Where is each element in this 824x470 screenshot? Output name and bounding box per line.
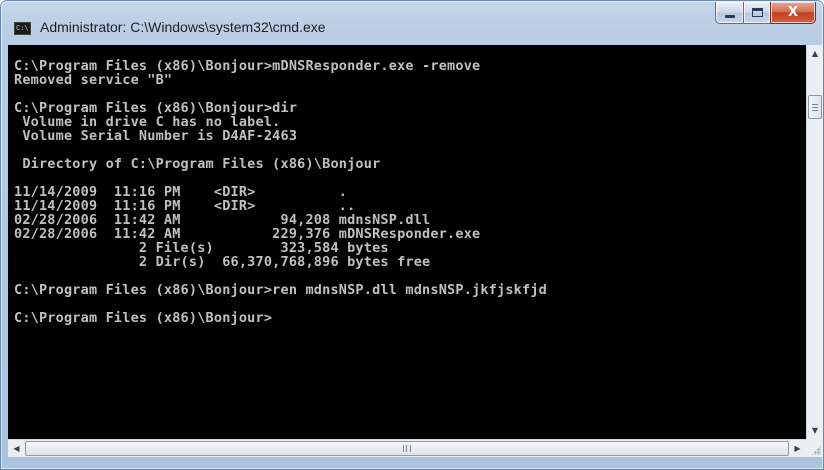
maximize-button[interactable] (743, 2, 770, 24)
window-title: Administrator: C:\Windows\system32\cmd.e… (40, 19, 326, 35)
console-line: 02/28/2006 11:42 AM 229,376 mDNSResponde… (14, 226, 481, 242)
console-line: 02/28/2006 11:42 AM 94,208 mdnsNSP.dll (14, 212, 431, 228)
scroll-right-arrow-icon[interactable]: ▶ (789, 440, 806, 457)
caption-buttons: X (715, 2, 816, 24)
scroll-down-arrow-icon[interactable]: ▼ (807, 422, 823, 439)
thumb-grip-line (812, 107, 818, 108)
cmd-console-icon[interactable]: C:\ (14, 22, 31, 35)
console-line: Volume in drive C has no label. (14, 114, 281, 130)
console-line: C:\Program Files (x86)\Bonjour>dir (14, 100, 298, 116)
console-line: Volume Serial Number is D4AF-2463 (14, 128, 298, 144)
console-text: C:\Program Files (x86)\Bonjour>mDNSRespo… (14, 45, 547, 325)
console-line: 2 Dir(s) 66,370,768,896 bytes free (14, 254, 431, 270)
horizontal-scroll-thumb[interactable] (25, 441, 789, 456)
console-line: Directory of C:\Program Files (x86)\Bonj… (14, 156, 381, 172)
close-button[interactable]: X (770, 2, 816, 24)
horizontal-scrollbar[interactable]: ◀ ▶ (8, 439, 806, 457)
title-bar[interactable]: C:\ Administrator: C:\Windows\system32\c… (1, 1, 823, 45)
thumb-grip-line (812, 110, 818, 111)
minimize-button[interactable] (715, 2, 743, 24)
resize-grip-icon (811, 445, 821, 455)
vertical-scroll-thumb[interactable] (808, 95, 822, 119)
thumb-grip-line (812, 104, 818, 105)
cmd-icon-glyph: C:\ (16, 24, 29, 32)
console-line: C:\Program Files (x86)\Bonjour>mDNSRespo… (14, 58, 481, 74)
console-line: C:\Program Files (x86)\Bonjour> (14, 310, 273, 326)
thumb-grip-icon (403, 445, 411, 452)
console-line: C:\Program Files (x86)\Bonjour>ren mdnsN… (14, 282, 547, 298)
console-line: 11/14/2009 11:16 PM <DIR> . (14, 184, 348, 200)
scroll-up-arrow-icon[interactable]: ▲ (807, 45, 823, 62)
vertical-scrollbar[interactable]: ▲ ▼ (806, 45, 823, 439)
resize-corner[interactable] (806, 439, 823, 457)
cmd-window: C:\ Administrator: C:\Windows\system32\c… (0, 0, 824, 470)
maximize-icon (751, 8, 763, 17)
console-line: 2 File(s) 323,584 bytes (14, 240, 389, 256)
console-line: 11/14/2009 11:16 PM <DIR> .. (14, 198, 356, 214)
console-line: Removed service "B" (14, 72, 173, 88)
close-icon: X (787, 5, 799, 20)
minimize-icon (724, 15, 735, 18)
scroll-left-arrow-icon[interactable]: ◀ (8, 440, 25, 457)
